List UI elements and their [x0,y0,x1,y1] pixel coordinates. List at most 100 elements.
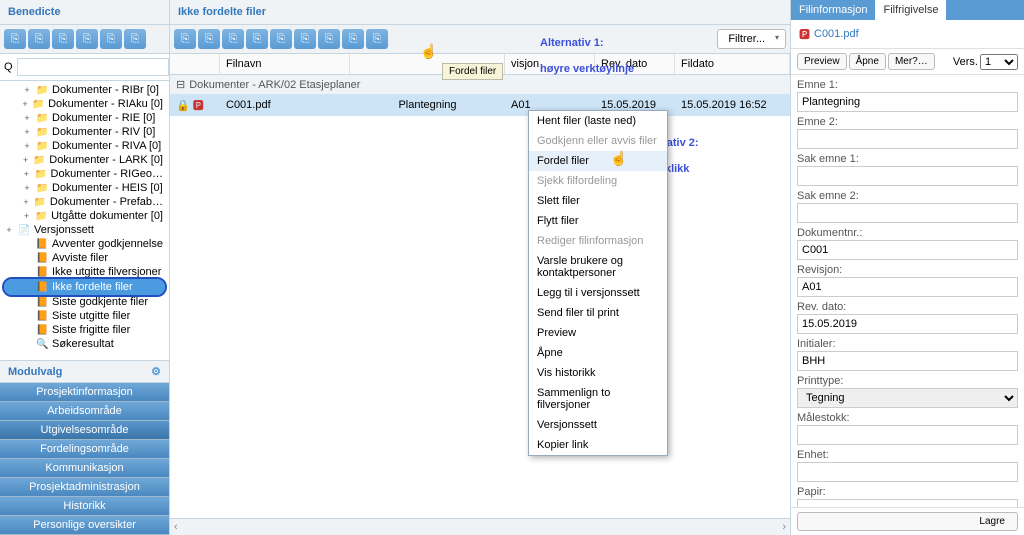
tree-item[interactable]: Avventer godkjennelse [4,237,165,251]
field-input[interactable] [797,203,1018,223]
scroll-right-icon[interactable]: › [782,521,786,533]
expand-icon[interactable]: + [22,183,32,193]
toolbar-icon[interactable]: ⎘ [366,29,388,49]
field-input[interactable] [797,277,1018,297]
tree-item[interactable]: Ikke fordelte filer [4,279,165,295]
tree-item[interactable]: + Dokumenter - Prefab… [4,195,165,209]
field-input[interactable] [797,314,1018,334]
expand-icon[interactable]: + [4,225,14,235]
more-button[interactable]: Mer?… [888,53,935,70]
module-button[interactable]: Personlige oversikter [0,516,169,535]
tree-item[interactable]: +Dokumenter - RIE [0] [4,111,165,125]
toolbar-icon[interactable]: ⎘ [318,29,340,49]
tree-item[interactable]: +Dokumenter - HEIS [0] [4,181,165,195]
expand-icon[interactable]: + [22,169,31,179]
toolbar-icon[interactable]: ⎘ [124,29,146,49]
field-input[interactable] [797,129,1018,149]
open-button[interactable]: Åpne [849,53,886,70]
tree-item[interactable]: +Utgåtte dokumenter [0] [4,209,165,223]
toolbar-icon[interactable]: ⎘ [198,29,220,49]
expand-icon[interactable]: + [22,141,32,151]
tree-item[interactable]: Søkeresultat [4,337,165,351]
module-button[interactable]: Prosjektinformasjon [0,383,169,402]
tree-item[interactable]: +Dokumenter - RIGeo… [4,167,165,181]
expand-icon[interactable]: + [22,127,32,137]
tree-item[interactable]: Siste godkjente filer [4,295,165,309]
context-menu-item[interactable]: Versjonssett [529,415,667,435]
expand-icon[interactable]: + [22,197,30,207]
form-row: Sak emne 2: [797,190,1018,223]
tree-item[interactable]: Siste frigitte filer [4,323,165,337]
context-menu-item[interactable]: Vis historikk [529,363,667,383]
field-input[interactable] [797,499,1018,507]
toolbar-icon[interactable]: ⎘ [76,29,98,49]
tree-item[interactable]: +Dokumenter - RIV [0] [4,125,165,139]
save-button[interactable]: Lagre [797,512,1018,531]
field-input[interactable] [797,92,1018,112]
tree-item[interactable]: +Dokumenter - LARK [0] [4,153,165,167]
toolbar-icon[interactable]: ⎘ [270,29,292,49]
tree-item[interactable]: +Dokumenter - RIBr [0] [4,83,165,97]
context-menu-item[interactable]: Send filer til print [529,303,667,323]
context-menu-item[interactable]: Hent filer (laste ned) [529,111,667,131]
field-input[interactable] [797,240,1018,260]
search-input[interactable] [17,58,169,76]
context-menu-item[interactable]: Preview [529,323,667,343]
toolbar-icon[interactable]: ⎘ [342,29,364,49]
field-input[interactable]: Tegning [797,388,1018,408]
filter-button[interactable]: Filtrer... [717,29,786,49]
module-button[interactable]: Prosjektadministrasjon [0,478,169,497]
module-button[interactable]: Arbeidsområde [0,402,169,421]
expand-icon[interactable]: + [22,155,29,165]
scroll-left-icon[interactable]: ‹ [174,521,178,533]
tree-item[interactable]: Siste utgitte filer [4,309,165,323]
module-button[interactable]: Fordelingsområde [0,440,169,459]
tree-item[interactable]: +Dokumenter - RIVA [0] [4,139,165,153]
left-sidebar: Benedicte ⎘ ⎘ ⎘ ⎘ ⎘ ⎘ Q +Dokumenter - RI… [0,0,170,535]
toolbar-icon[interactable]: ⎘ [246,29,268,49]
context-menu-item[interactable]: Kopier link [529,435,667,455]
context-menu-item[interactable]: Slett filer [529,191,667,211]
field-input[interactable] [797,425,1018,445]
tree-item[interactable]: Avviste filer [4,251,165,265]
tab-filfrigivelse[interactable]: Filfrigivelse [875,0,946,20]
field-input[interactable] [797,462,1018,482]
orange-icon [36,310,48,322]
expand-icon[interactable]: + [22,211,31,221]
field-input[interactable] [797,351,1018,371]
module-button[interactable]: Historikk [0,497,169,516]
toolbar-icon[interactable]: ⎘ [4,29,26,49]
file-row[interactable]: 🔒 🅿C001.pdfPlantegningA0115.05.201915.05… [170,94,790,116]
toolbar-icon[interactable]: ⎘ [28,29,50,49]
tree-item[interactable]: Ikke utgitte filversjoner [4,265,165,279]
toolbar-icon[interactable]: ⎘ [52,29,74,49]
preview-button[interactable]: Preview [797,53,847,70]
toolbar-icon[interactable]: ⎘ [174,29,196,49]
context-menu-item[interactable]: Sammenlign to filversjoner [529,383,667,415]
tree-item-label: Dokumenter - Prefab… [50,196,163,208]
minus-icon[interactable]: ⊟ [176,78,185,91]
col-file-date[interactable]: Fildato [675,54,790,74]
toolbar-icon[interactable]: ⎘ [222,29,244,49]
field-input[interactable] [797,166,1018,186]
col-filename[interactable]: Filnavn [220,54,350,74]
toolbar-icon[interactable]: ⎘ [100,29,122,49]
expand-icon[interactable]: + [22,85,32,95]
expand-icon[interactable]: + [22,113,32,123]
h-scrollbar[interactable]: ‹ › [170,518,790,535]
gear-icon[interactable]: ⚙ [151,365,161,378]
version-select[interactable]: 1 [980,54,1018,70]
module-button[interactable]: Kommunikasjon [0,459,169,478]
context-menu-item[interactable]: Varsle brukere og kontaktpersoner [529,251,667,283]
context-menu-item[interactable]: Fordel filer [529,151,667,171]
tab-filinformasjon[interactable]: Filinformasjon [791,0,875,20]
context-menu-item[interactable]: Åpne [529,343,667,363]
context-menu-item[interactable]: Flytt filer [529,211,667,231]
context-menu-item[interactable]: Legg til i versjonssett [529,283,667,303]
expand-icon[interactable]: + [22,99,28,109]
cursor-icon: ☝ [610,150,627,167]
toolbar-icon[interactable]: ⎘ [294,29,316,49]
tree-item[interactable]: +Dokumenter - RIAku [0] [4,97,165,111]
tree-item[interactable]: +Versjonssett [4,223,165,237]
module-button[interactable]: Utgivelsesområde [0,421,169,440]
